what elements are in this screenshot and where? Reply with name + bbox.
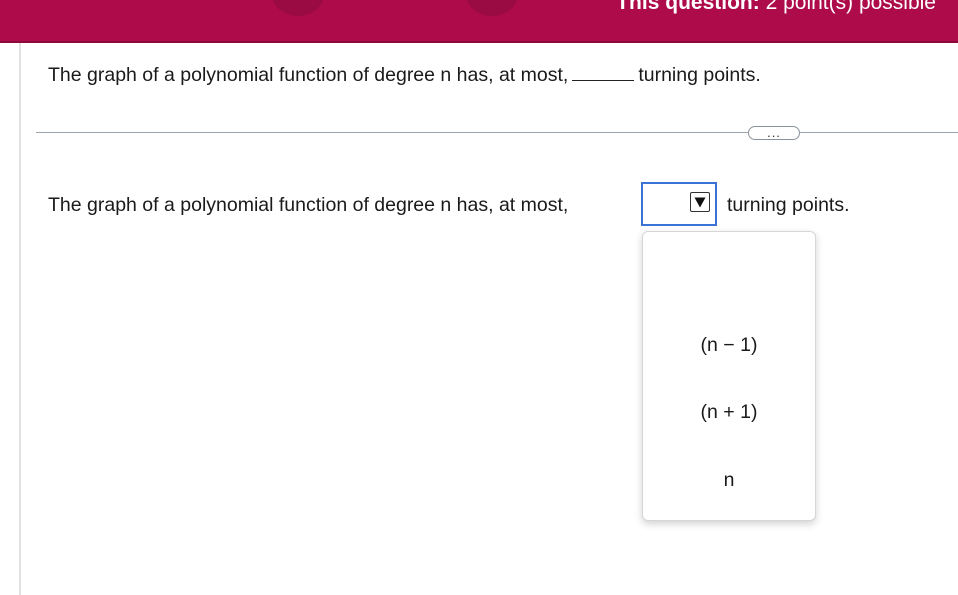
dropdown-option-n-minus-1[interactable]: (n − 1) xyxy=(643,333,815,357)
question-points-label: This question: 2 point(s) possible xyxy=(616,0,936,14)
show-more-button[interactable]: ... xyxy=(748,126,800,140)
header-circle-icon xyxy=(272,0,324,16)
prompt-text-after: turning points. xyxy=(727,194,850,216)
dropdown-option-blank[interactable] xyxy=(643,270,815,300)
section-divider xyxy=(36,132,958,133)
triangle-down-icon[interactable] xyxy=(690,192,710,212)
question-summary: The graph of a polynomial function of de… xyxy=(48,62,761,87)
summary-text-after: turning points. xyxy=(638,64,761,86)
header-circle-icon xyxy=(466,0,518,16)
dropdown-option-n-plus-1[interactable]: (n + 1) xyxy=(643,400,815,424)
summary-blank xyxy=(572,62,635,81)
question-prompt: The graph of a polynomial function of de… xyxy=(48,193,568,217)
dropdown-option-n[interactable]: n xyxy=(643,468,815,492)
header-bar: This question: 2 point(s) possible xyxy=(0,0,958,43)
summary-text-before: The graph of a polynomial function of de… xyxy=(48,64,569,86)
left-border xyxy=(19,43,21,595)
dropdown-options-list: (n − 1) (n + 1) n xyxy=(642,231,816,521)
prompt-text-before: The graph of a polynomial function of de… xyxy=(48,194,569,216)
answer-dropdown[interactable] xyxy=(641,182,717,226)
